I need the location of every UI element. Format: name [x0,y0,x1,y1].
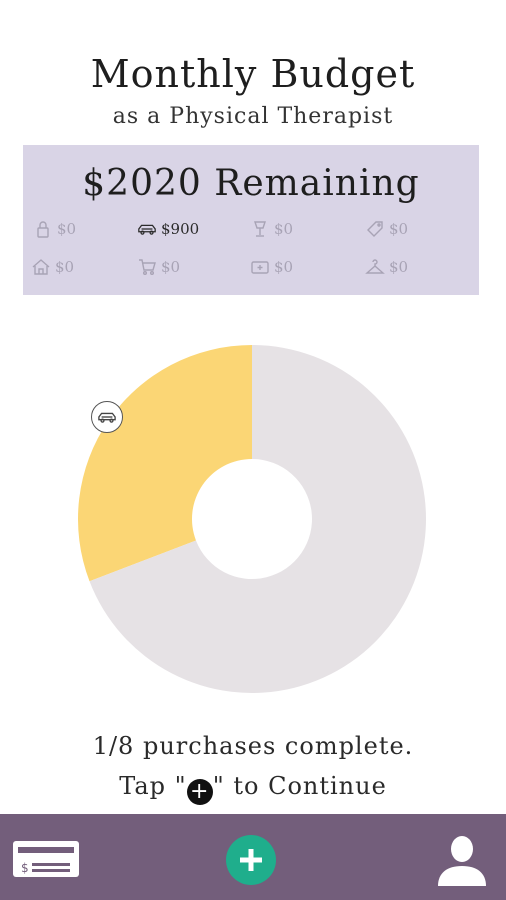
medical-icon [251,261,269,274]
category-amount: $0 [57,220,77,238]
category-amount: $0 [389,258,409,276]
continue-prefix: Tap " [119,772,187,800]
home-icon [32,259,50,275]
category-car[interactable]: $900 [137,219,199,239]
category-medical[interactable]: $0 [250,257,293,277]
car-icon [138,224,156,235]
wallet-icon: $ [13,841,79,877]
add-purchase-button[interactable] [226,835,276,885]
svg-text:$: $ [21,861,29,875]
category-lock[interactable]: $0 [33,219,76,239]
category-amount: $0 [389,220,409,238]
category-amount: $0 [274,258,294,276]
plus-icon [240,849,262,871]
category-hanger[interactable]: $0 [365,257,408,277]
tag-icon [367,221,383,237]
car-slice-badge [91,401,123,433]
continue-hint: Tap " + " to Continue [0,772,506,805]
car-icon [98,412,116,423]
donut-slice-car [78,345,253,582]
category-amount: $0 [161,258,181,276]
profile-icon [438,836,486,886]
continue-suffix: " to Continue [212,772,387,800]
progress-text: 1/8 purchases complete. [92,732,414,760]
page-subtitle: as a Physical Therapist [112,104,394,129]
page-title: Monthly Budget [90,52,416,96]
remaining-amount: $2020 Remaining [82,163,420,204]
wallet-button[interactable]: $ [12,840,80,878]
category-amount: $900 [161,220,200,238]
cart-icon [139,259,156,275]
category-cart[interactable]: $0 [137,257,180,277]
plus-icon: + [186,779,213,805]
lamp-icon [254,221,266,237]
bottom-nav-bar: $ [0,814,506,900]
profile-button[interactable] [434,832,490,888]
category-amount: $0 [55,258,75,276]
category-home[interactable]: $0 [31,257,74,277]
lock-icon [37,221,49,238]
category-tag[interactable]: $0 [365,219,408,239]
category-amount: $0 [274,220,294,238]
category-lamp[interactable]: $0 [250,219,293,239]
hanger-icon [365,259,385,274]
budget-donut-chart [78,345,426,693]
budget-summary-panel: $2020 Remaining $0 $900 $0 $0 $0 $0 $0 $… [23,145,479,295]
